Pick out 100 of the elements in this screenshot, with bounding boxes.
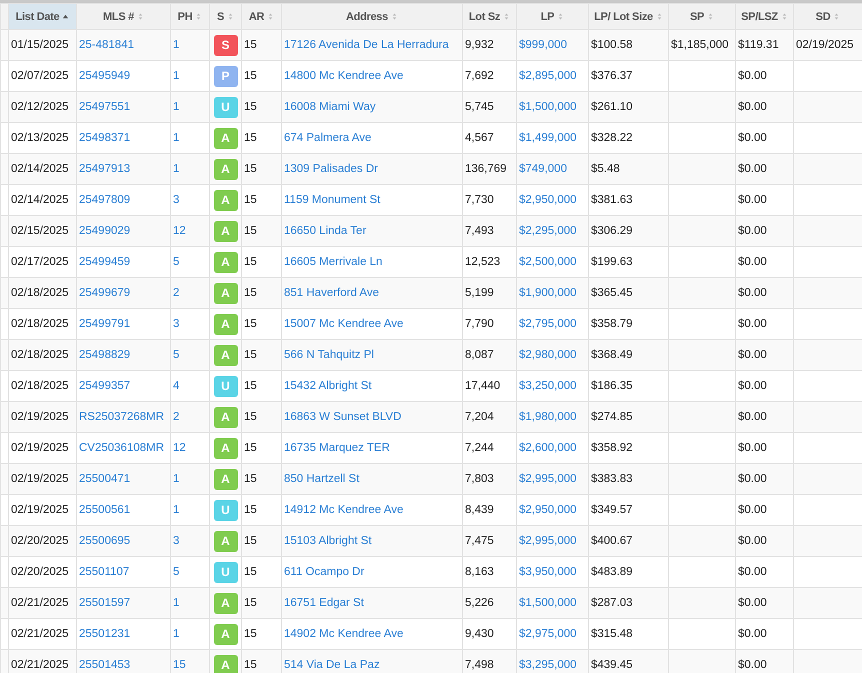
address-link[interactable]: 15103 Albright St [284, 535, 372, 547]
address-link[interactable]: 611 Ocampo Dr [284, 566, 364, 578]
sort-icon [267, 12, 274, 22]
status-badge: A [214, 282, 238, 304]
table-cell: $119.31 [738, 39, 779, 51]
table-cell: 7,493 [465, 225, 494, 237]
date-cell: 02/20/2025 [11, 535, 69, 547]
ph-link[interactable]: 1 [173, 163, 180, 175]
ph-link[interactable]: 5 [173, 566, 180, 578]
column-header[interactable]: LP [516, 4, 588, 30]
address-link[interactable]: 15432 Albright St [284, 380, 372, 392]
table-cell: 4,567 [465, 132, 494, 144]
date-cell: 02/07/2025 [11, 70, 69, 82]
ph-link[interactable]: 3 [173, 535, 180, 547]
column-header[interactable]: S [210, 4, 242, 30]
ph-link[interactable]: 1 [173, 473, 180, 485]
date-cell: 02/21/2025 [11, 628, 69, 640]
date-cell: 02/18/2025 [11, 380, 69, 392]
ph-link[interactable]: 12 [173, 442, 186, 454]
table-cell: $358.92 [591, 442, 633, 454]
address-link[interactable]: 566 N Tahquitz Pl [284, 349, 374, 361]
ph-link[interactable]: 1 [173, 101, 180, 113]
status-badge: U [214, 562, 238, 582]
table-cell: 15 [244, 287, 257, 299]
column-header[interactable]: SD [794, 4, 862, 30]
table-cell: $0.00 [738, 566, 767, 578]
column-header[interactable]: AR [242, 4, 282, 30]
sort-icon [390, 12, 398, 22]
table-cell: 7,803 [465, 473, 494, 485]
ph-link[interactable]: 1 [173, 504, 180, 516]
table-cell: $368.49 [591, 349, 633, 361]
ph-link[interactable]: 1 [173, 132, 180, 144]
table-cell: 9,932 [465, 39, 494, 51]
status-badge: A [214, 314, 238, 334]
sort-icon [557, 12, 564, 22]
column-header[interactable]: PH [170, 4, 210, 30]
status-badge: A [214, 128, 238, 148]
table-cell: 5,199 [465, 287, 494, 299]
table-cell: $381.63 [591, 194, 633, 206]
date-cell: 02/20/2025 [11, 566, 69, 578]
column-header[interactable]: SP [668, 4, 736, 30]
column-header[interactable]: MLS # [76, 4, 170, 30]
ph-link[interactable]: 1 [173, 70, 180, 82]
status-badge: U [214, 500, 238, 520]
ph-link[interactable]: 3 [173, 194, 180, 206]
ph-link[interactable]: 1 [173, 628, 180, 640]
table-cell: $261.10 [591, 101, 633, 113]
date-cell: 02/13/2025 [11, 132, 69, 144]
table-cell: 15 [244, 628, 257, 640]
table-cell: 15 [244, 132, 257, 144]
table-cell: 15 [244, 504, 257, 516]
sort-icon [780, 12, 788, 22]
table-cell: $376.37 [591, 70, 633, 82]
ph-link[interactable]: 1 [173, 597, 180, 609]
address-link[interactable]: 850 Hartzell St [284, 473, 360, 485]
ph-link[interactable]: 5 [173, 349, 180, 361]
column-header[interactable]: Lot Sz [462, 4, 516, 30]
status-badge: P [214, 66, 238, 86]
address-link[interactable]: 674 Palmera Ave [284, 132, 372, 144]
ph-link[interactable]: 4 [173, 380, 180, 392]
table-cell: 8,439 [465, 504, 494, 516]
table-cell: 15 [244, 473, 257, 485]
ph-link[interactable]: 3 [173, 318, 180, 330]
status-badge: A [214, 190, 238, 210]
table-cell: 7,790 [465, 318, 494, 330]
table-cell: 15 [244, 225, 257, 237]
ph-link[interactable]: 2 [173, 411, 180, 423]
ph-link[interactable]: 1 [173, 39, 180, 51]
address-link[interactable]: 16751 Edgar St [284, 597, 364, 609]
date-cell: 02/15/2025 [11, 225, 69, 237]
table-cell: $0.00 [738, 101, 767, 113]
status-badge: S [214, 34, 238, 56]
table-cell: $0.00 [738, 535, 767, 547]
table-cell: $349.57 [591, 504, 633, 516]
table-cell: $274.85 [591, 411, 633, 423]
address-link[interactable]: 16008 Miami Way [284, 101, 376, 113]
status-badge: U [214, 376, 238, 396]
table-cell: 15 [244, 380, 257, 392]
table-cell: 5,745 [465, 101, 494, 113]
status-badge: A [214, 158, 238, 180]
sort-icon [227, 12, 234, 22]
status-badge: A [214, 438, 238, 458]
ph-link[interactable]: 2 [173, 287, 180, 299]
address-link[interactable]: 16650 Linda Ter [284, 225, 366, 237]
table-cell: $199.63 [591, 256, 633, 268]
column-header[interactable]: LP/ Lot Size [588, 4, 668, 30]
column-header[interactable]: Address [282, 4, 462, 30]
table-cell: 8,163 [465, 566, 494, 578]
table-cell: 15 [244, 70, 257, 82]
ph-link[interactable]: 15 [173, 659, 186, 671]
table-cell: $0.00 [738, 597, 767, 609]
ph-link[interactable]: 5 [173, 256, 180, 268]
table-cell: 12,523 [465, 256, 500, 268]
table-cell: $306.29 [591, 225, 633, 237]
column-header[interactable]: List Date [8, 4, 76, 30]
column-header[interactable]: SP/LSZ [736, 4, 794, 30]
ph-link[interactable]: 12 [173, 225, 186, 237]
date-cell: 02/17/2025 [11, 256, 69, 268]
date-cell: 02/19/2025 [11, 473, 69, 485]
table-cell: $0.00 [738, 287, 767, 299]
